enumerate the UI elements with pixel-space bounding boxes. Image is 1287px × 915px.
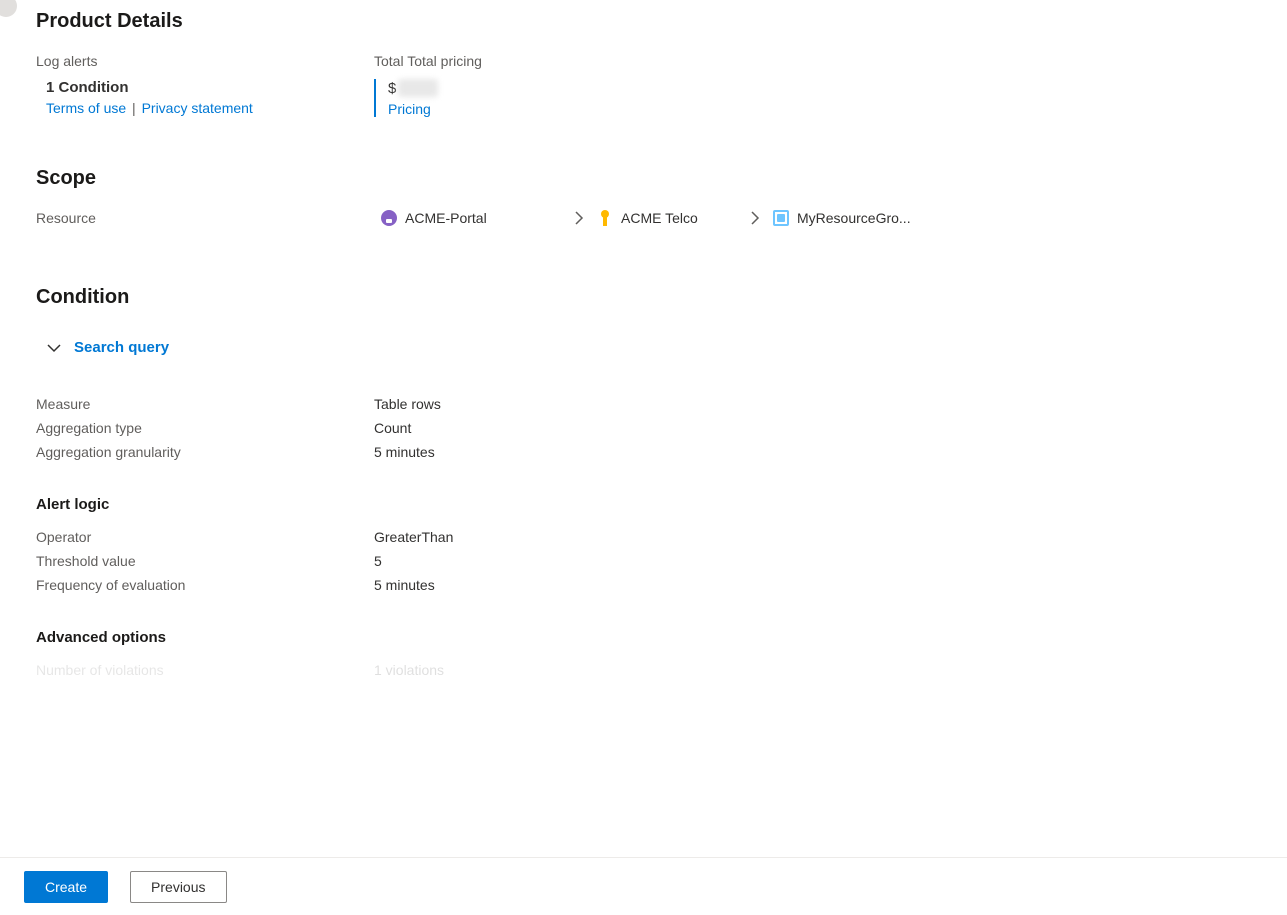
previous-button[interactable]: Previous <box>130 871 226 903</box>
terms-of-use-link[interactable]: Terms of use <box>46 100 126 116</box>
key-icon <box>597 210 613 226</box>
breadcrumb-subscription-label: ACME Telco <box>621 210 698 226</box>
resource-group-icon <box>773 210 789 226</box>
frequency-row: Frequency of evaluation 5 minutes <box>36 577 1287 593</box>
search-query-expander[interactable]: Search query <box>46 339 1287 356</box>
create-button[interactable]: Create <box>24 871 108 903</box>
breadcrumb-resource-group[interactable]: MyResourceGro... <box>773 210 933 226</box>
breadcrumb-portal-label: ACME-Portal <box>405 210 487 226</box>
resource-breadcrumb: ACME-Portal ACME Telco MyResourceGro... <box>381 210 933 226</box>
aggregation-granularity-label: Aggregation granularity <box>36 444 374 460</box>
operator-label: Operator <box>36 529 374 545</box>
violations-row: Number of violations 1 violations <box>36 662 1287 678</box>
aggregation-granularity-value: 5 minutes <box>374 444 435 460</box>
link-separator: | <box>132 100 136 116</box>
frequency-label: Frequency of evaluation <box>36 577 374 593</box>
scope-heading: Scope <box>36 167 1287 190</box>
threshold-row: Threshold value 5 <box>36 553 1287 569</box>
total-pricing-label: Total Total pricing <box>374 53 482 69</box>
breadcrumb-portal[interactable]: ACME-Portal <box>381 210 561 226</box>
advanced-options-heading: Advanced options <box>36 629 1287 646</box>
aggregation-granularity-row: Aggregation granularity 5 minutes <box>36 444 1287 460</box>
footer-bar: Create Previous <box>0 857 1287 915</box>
breadcrumb-resource-group-label: MyResourceGro... <box>797 210 911 226</box>
search-query-label: Search query <box>74 339 169 356</box>
privacy-statement-link[interactable]: Privacy statement <box>142 100 253 116</box>
pricing-column: Total Total pricing $ Pricing <box>374 53 482 117</box>
price-value-blurred <box>398 79 438 97</box>
measure-value: Table rows <box>374 396 441 412</box>
chevron-down-icon <box>46 340 62 356</box>
scope-row: Resource ACME-Portal ACME Telco MyResour… <box>36 210 1287 226</box>
chevron-right-icon <box>747 210 763 226</box>
violations-label: Number of violations <box>36 662 374 678</box>
log-alerts-block: Log alerts 1 Condition Terms of use | Pr… <box>36 53 374 117</box>
measure-row: Measure Table rows <box>36 396 1287 412</box>
aggregation-type-label: Aggregation type <box>36 420 374 436</box>
alert-logic-heading: Alert logic <box>36 496 1287 513</box>
threshold-label: Threshold value <box>36 553 374 569</box>
operator-value: GreaterThan <box>374 529 453 545</box>
log-alerts-label: Log alerts <box>36 53 374 69</box>
aggregation-type-row: Aggregation type Count <box>36 420 1287 436</box>
condition-heading: Condition <box>36 286 1287 309</box>
breadcrumb-subscription[interactable]: ACME Telco <box>597 210 737 226</box>
pricing-link[interactable]: Pricing <box>388 101 431 117</box>
operator-row: Operator GreaterThan <box>36 529 1287 545</box>
app-insights-icon <box>381 210 397 226</box>
measure-label: Measure <box>36 396 374 412</box>
product-details-row: Log alerts 1 Condition Terms of use | Pr… <box>36 53 1287 117</box>
currency-symbol: $ <box>388 80 396 97</box>
violations-value: 1 violations <box>374 662 444 678</box>
aggregation-type-value: Count <box>374 420 411 436</box>
resource-label: Resource <box>36 210 381 226</box>
chevron-right-icon <box>571 210 587 226</box>
threshold-value: 5 <box>374 553 382 569</box>
product-details-heading: Product Details <box>36 10 1287 33</box>
pricing-block: $ Pricing <box>374 79 482 117</box>
condition-count: 1 Condition <box>46 79 374 96</box>
frequency-value: 5 minutes <box>374 577 435 593</box>
